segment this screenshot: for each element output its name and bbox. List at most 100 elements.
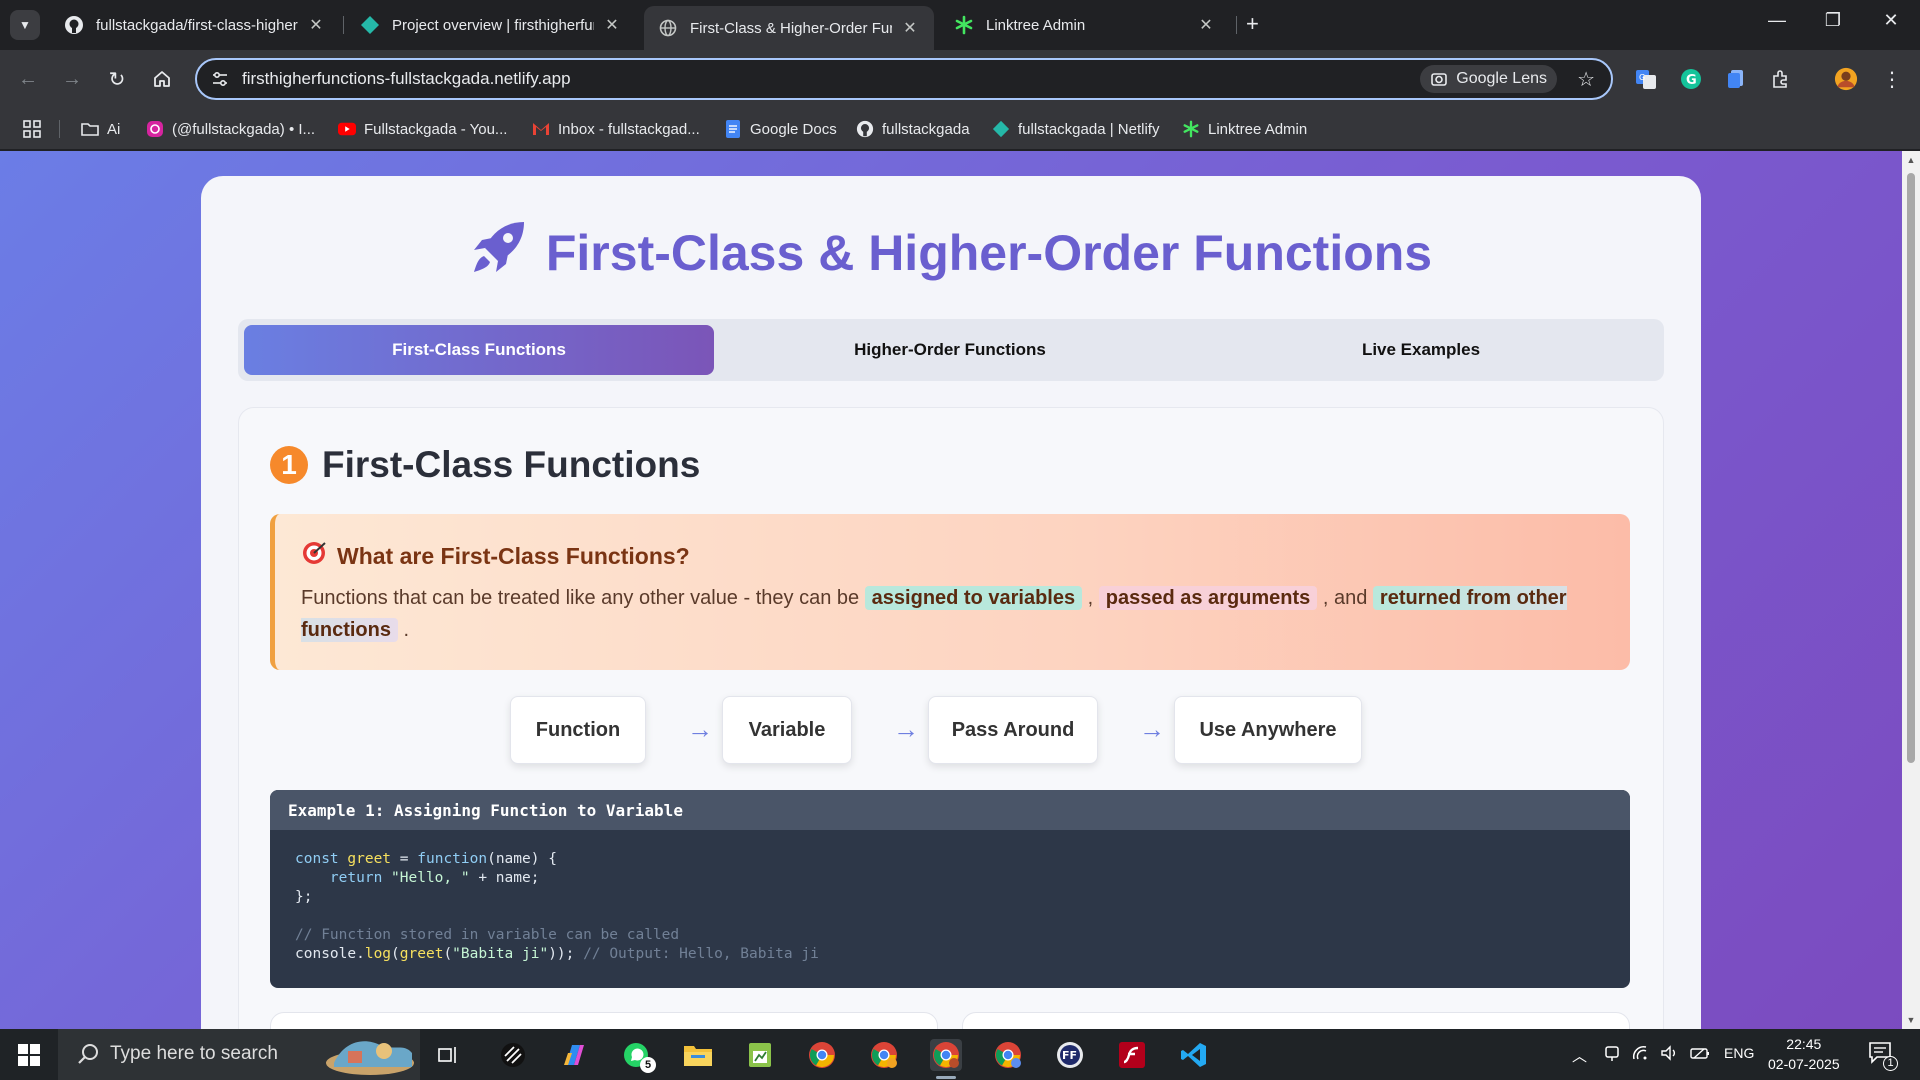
address-bar[interactable]: firsthigherfunctions-fullstackgada.netli…	[195, 58, 1613, 100]
tab-live-examples[interactable]: Live Examples	[1186, 325, 1656, 375]
taskbar-app-ff-dec[interactable]: FF	[1054, 1039, 1086, 1071]
taskbar-app-chrome-active[interactable]	[930, 1039, 962, 1079]
browser-tab-2[interactable]: Project overview | firsthigherfun ✕	[346, 6, 636, 44]
youtube-icon	[338, 120, 356, 138]
highlight-passed: passed as arguments	[1098, 586, 1318, 610]
bookmark-youtube[interactable]: Fullstackgada - You...	[338, 118, 507, 140]
highlight-assigned: assigned to variables	[864, 586, 1083, 610]
scroll-up-icon[interactable]: ▲	[1906, 155, 1916, 165]
callout-text-part: ,	[1082, 587, 1099, 609]
close-icon[interactable]: ✕	[306, 15, 326, 35]
volume-icon[interactable]	[1660, 1045, 1680, 1065]
taskbar-app-whatsapp[interactable]: 5	[620, 1039, 656, 1073]
forward-button[interactable]: →	[57, 64, 87, 94]
taskbar-app-chrome-profile-2[interactable]	[868, 1039, 900, 1071]
callout-text-part: .	[398, 619, 410, 641]
minimize-button[interactable]: —	[1762, 10, 1792, 31]
reload-button[interactable]: ↻	[102, 64, 132, 94]
bookmark-star-icon[interactable]: ☆	[1577, 67, 1595, 92]
code-token: + name;	[469, 870, 540, 886]
window-close-button[interactable]: ✕	[1876, 10, 1906, 31]
kebab-menu-icon: ⋮	[1882, 68, 1902, 91]
back-button[interactable]: ←	[13, 64, 43, 94]
close-icon[interactable]: ✕	[900, 18, 920, 38]
taskbar-app-flash[interactable]	[1116, 1039, 1148, 1071]
taskbar-app-copilot[interactable]	[558, 1039, 590, 1071]
code-token: console.	[295, 946, 365, 962]
bookmark-github[interactable]: fullstackgada	[856, 118, 970, 140]
whatsapp-badge: 5	[640, 1057, 656, 1073]
google-lens-button[interactable]: Google Lens	[1420, 65, 1557, 93]
close-icon[interactable]: ✕	[1196, 15, 1216, 35]
restore-button[interactable]: ❐	[1818, 10, 1848, 31]
url-text[interactable]: firsthigherfunctions-fullstackgada.netli…	[242, 69, 571, 89]
home-button[interactable]	[147, 64, 177, 94]
site-info-icon[interactable]	[211, 70, 229, 88]
vscode-icon	[1181, 1043, 1206, 1067]
code-token: log	[364, 946, 392, 962]
callout-text-part: Functions that can be treated like any o…	[301, 587, 865, 609]
bookmark-label: (@fullstackgada) • I...	[172, 120, 316, 138]
close-icon[interactable]: ✕	[602, 15, 622, 35]
example-card-left	[270, 1012, 938, 1029]
tray-overflow-icon[interactable]: ︿	[1572, 1045, 1587, 1066]
first-class-section: 1 First-Class Functions What are First-C…	[238, 407, 1664, 1029]
taskbar-app-file-explorer[interactable]	[682, 1039, 714, 1071]
browser-tab-1[interactable]: fullstackgada/first-class-higher- ✕	[50, 6, 340, 44]
bookmark-gmail[interactable]: Inbox - fullstackgad...	[532, 118, 700, 140]
callout-title-text: What are First-Class Functions?	[337, 542, 690, 569]
definition-callout: What are First-Class Functions? Function…	[270, 514, 1630, 670]
browser-tab-4[interactable]: Linktree Admin ✕	[940, 6, 1230, 44]
notifications-button[interactable]: 1	[1868, 1041, 1898, 1071]
bookmarks-bar: Ai (@fullstackgada) • I... Fullstackgada…	[0, 108, 1920, 150]
files-extension[interactable]	[1724, 67, 1748, 91]
windows-start-icon[interactable]	[18, 1044, 40, 1066]
new-tab-button[interactable]: +	[1246, 12, 1259, 36]
flash-icon	[1119, 1042, 1145, 1068]
taskbar-app-chrome-profile-4[interactable]	[992, 1039, 1024, 1071]
camera-icon	[1431, 73, 1448, 86]
code-comment: // Output: Hello, Babita ji	[583, 946, 819, 962]
meet-now-icon[interactable]	[1604, 1045, 1620, 1067]
page-scrollbar[interactable]: ▲ ▼	[1902, 151, 1920, 1029]
taskbar-app-sheets[interactable]	[744, 1039, 776, 1071]
scroll-down-icon[interactable]: ▼	[1906, 1015, 1916, 1025]
bookmark-ai[interactable]: Ai	[81, 118, 120, 140]
code-token: =	[391, 851, 418, 867]
taskbar-app-linear[interactable]	[497, 1039, 529, 1071]
language-indicator[interactable]: ENG	[1724, 1045, 1754, 1061]
flow-arrow: →	[1139, 714, 1165, 744]
code-token: (	[391, 946, 400, 962]
bookmark-netlify[interactable]: fullstackgada | Netlify	[992, 118, 1159, 140]
callout-text-part: , and	[1317, 587, 1373, 609]
battery-icon[interactable]	[1690, 1045, 1712, 1065]
scrollbar-thumb[interactable]	[1907, 173, 1915, 763]
bookmark-linktree[interactable]: Linktree Admin	[1182, 118, 1307, 140]
bookmark-instagram[interactable]: (@fullstackgada) • I...	[146, 118, 315, 140]
google-lens-label: Google Lens	[1456, 70, 1547, 87]
flow-step-variable: Variable	[722, 696, 852, 764]
browser-menu-button[interactable]: ⋮	[1880, 67, 1904, 91]
linear-app-icon	[501, 1043, 525, 1067]
tab-higher-order-functions[interactable]: Higher-Order Functions	[715, 325, 1185, 375]
apps-button[interactable]	[22, 118, 42, 140]
taskbar-clock[interactable]: 22:45 02-07-2025	[1768, 1034, 1840, 1074]
google-translate-extension[interactable]: G	[1634, 67, 1658, 91]
bookmark-google-docs[interactable]: Google Docs	[724, 118, 837, 140]
taskbar-search[interactable]: Type here to search	[58, 1029, 420, 1080]
taskbar-app-chrome[interactable]	[806, 1039, 838, 1071]
profile-avatar[interactable]	[1834, 67, 1858, 91]
task-view-button[interactable]	[432, 1039, 464, 1071]
taskbar-app-vscode[interactable]	[1178, 1039, 1210, 1071]
code-comment: // Function stored in variable can be ca…	[295, 927, 680, 943]
extensions-button[interactable]	[1769, 67, 1793, 91]
grammarly-icon: G	[1681, 69, 1701, 89]
network-icon[interactable]	[1632, 1045, 1650, 1065]
tab-search-button[interactable]: ▼	[10, 10, 40, 40]
chrome-icon	[871, 1042, 897, 1068]
code-token: ));	[548, 946, 584, 962]
restore-icon: ❐	[1824, 10, 1842, 30]
browser-tab-3-active[interactable]: First-Class & Higher-Order Func ✕	[644, 6, 934, 50]
grammarly-extension[interactable]: G	[1679, 67, 1703, 91]
tab-first-class-functions[interactable]: First-Class Functions	[244, 325, 714, 375]
